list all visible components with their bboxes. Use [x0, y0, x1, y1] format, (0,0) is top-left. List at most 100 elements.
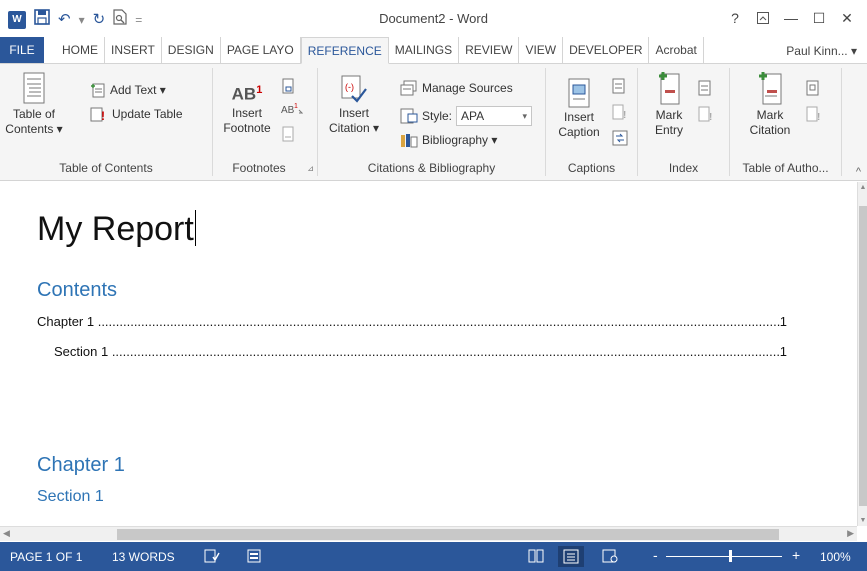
- macro-record-icon[interactable]: [246, 548, 262, 567]
- style-select[interactable]: APA ▾: [456, 106, 533, 126]
- heading-2[interactable]: Section 1: [37, 488, 104, 506]
- text-cursor: [194, 210, 196, 246]
- mark-citation-button[interactable]: Mark Citation: [738, 70, 802, 138]
- insert-footnote-button[interactable]: AB1 Insert Footnote: [217, 74, 277, 136]
- insert-toa-icon: [806, 80, 819, 96]
- minimize-button[interactable]: —: [777, 6, 805, 30]
- document-canvas[interactable]: My Report Contents Chapter 1 ...........…: [0, 182, 857, 526]
- next-footnote-icon: AB 1: [281, 103, 303, 116]
- bibliography-button[interactable]: Bibliography ▾: [400, 132, 497, 148]
- toc-entry-chapter[interactable]: Chapter 1 ..............................…: [37, 314, 787, 329]
- group-footnotes: AB1 Insert Footnote AB 1 Footnotes ⊿: [213, 68, 318, 176]
- zoom-slider[interactable]: [666, 556, 782, 557]
- horizontal-scrollbar[interactable]: ◀ ▶: [0, 526, 857, 541]
- title-bar: W ↶ ▾ ↻ = Document2 - Word ? — ☐ ✕: [0, 0, 867, 38]
- word-count[interactable]: 13 WORDS: [112, 550, 175, 564]
- scroll-up-icon[interactable]: ▲: [858, 184, 867, 191]
- scroll-down-icon[interactable]: ▼: [858, 517, 867, 524]
- add-text-button[interactable]: Add Text ▾: [90, 82, 166, 98]
- toc-entry-text: Section 1: [54, 344, 109, 359]
- footnotes-dialog-launcher-icon[interactable]: ⊿: [307, 164, 314, 173]
- add-text-icon: [91, 83, 105, 98]
- manage-sources-button[interactable]: Manage Sources: [400, 80, 513, 96]
- insert-caption-icon: [568, 78, 590, 108]
- mark-entry-button[interactable]: Mark Entry: [644, 70, 694, 138]
- update-index-button[interactable]: !: [698, 106, 714, 122]
- ribbon-display-options-button[interactable]: [749, 6, 777, 30]
- insert-endnote-button[interactable]: [281, 78, 295, 94]
- zoom-slider-thumb[interactable]: [729, 550, 732, 562]
- update-table-button[interactable]: ! Update Table: [90, 106, 183, 122]
- insert-index-button[interactable]: [698, 80, 712, 96]
- mark-entry-icon: [659, 72, 680, 105]
- insert-endnote-icon: [282, 78, 294, 94]
- tab-file[interactable]: FILE: [0, 37, 44, 63]
- show-notes-button[interactable]: [281, 126, 295, 142]
- web-layout-icon[interactable]: [602, 549, 618, 566]
- toc-button-label-1: Table of: [12, 107, 56, 121]
- status-bar: PAGE 1 OF 1 13 WORDS - + 100%: [0, 542, 867, 571]
- zoom-in-button[interactable]: +: [792, 547, 800, 563]
- tab-insert[interactable]: INSERT: [105, 37, 162, 63]
- tab-review[interactable]: REVIEW: [459, 37, 520, 63]
- insert-table-of-authorities-button[interactable]: [806, 80, 820, 96]
- close-button[interactable]: ✕: [833, 6, 861, 30]
- document-title-text[interactable]: My Report: [37, 210, 196, 249]
- insert-caption-button[interactable]: Insert Caption: [552, 78, 606, 140]
- user-account[interactable]: Paul Kinn... ▾: [780, 38, 863, 64]
- insert-citation-button[interactable]: (-) Insert Citation ▾: [326, 74, 382, 136]
- print-layout-icon[interactable]: [558, 546, 584, 567]
- cross-reference-icon: [612, 130, 628, 146]
- tab-acrobat[interactable]: Acrobat: [649, 37, 704, 63]
- update-table-of-figures-button[interactable]: !: [612, 104, 628, 120]
- group-label-toc: Table of Contents: [59, 161, 153, 175]
- page-count[interactable]: PAGE 1 OF 1: [10, 550, 82, 564]
- insert-index-icon: [698, 80, 711, 96]
- collapse-ribbon-icon[interactable]: ^: [856, 166, 861, 178]
- tab-page-layout[interactable]: PAGE LAYO: [221, 37, 301, 63]
- zoom-out-button[interactable]: -: [653, 547, 658, 563]
- table-of-contents-button[interactable]: Table of Contents ▾: [4, 72, 64, 137]
- manage-sources-icon: [400, 80, 417, 96]
- group-label-index: Index: [668, 161, 699, 175]
- restore-button[interactable]: ☐: [805, 6, 833, 30]
- zoom-level[interactable]: 100%: [820, 550, 851, 564]
- tab-developer[interactable]: DEVELOPER: [563, 37, 650, 63]
- window-controls: ? — ☐ ✕: [721, 6, 861, 30]
- scroll-right-icon[interactable]: ▶: [847, 528, 854, 539]
- help-button[interactable]: ?: [721, 6, 749, 30]
- svg-text:(-): (-): [345, 82, 354, 92]
- toc-entry-page: 1: [779, 344, 787, 359]
- heading-1[interactable]: Chapter 1: [37, 454, 125, 477]
- toc-entry-section[interactable]: Section 1 ..............................…: [54, 344, 787, 359]
- insert-table-of-figures-button[interactable]: [612, 78, 626, 94]
- footnote-superscript-glyph: 1: [256, 84, 263, 96]
- bibliography-icon: [401, 134, 418, 148]
- update-index-icon: !: [698, 106, 712, 122]
- manage-sources-label: Manage Sources: [422, 81, 513, 95]
- style-icon: [400, 108, 418, 124]
- group-label-citations: Citations & Bibliography: [367, 161, 496, 175]
- tab-home[interactable]: HOME: [56, 37, 105, 63]
- tab-view[interactable]: VIEW: [519, 37, 564, 63]
- toc-button-label-2: Contents ▾: [5, 122, 63, 136]
- scroll-left-icon[interactable]: ◀: [3, 528, 10, 539]
- vertical-scroll-thumb[interactable]: [859, 206, 867, 506]
- tab-references[interactable]: REFERENCE: [300, 37, 389, 64]
- ribbon-tabs: FILE HOME INSERT DESIGN PAGE LAYO REFERE…: [0, 37, 867, 64]
- group-table-of-contents: Table of Contents ▾ Add Text ▾ ! Update …: [0, 68, 213, 176]
- toc-entry-page: 1: [779, 314, 787, 329]
- proofing-icon[interactable]: [204, 548, 220, 567]
- horizontal-scroll-thumb[interactable]: [117, 529, 779, 540]
- tab-design[interactable]: DESIGN: [162, 37, 221, 63]
- read-mode-icon[interactable]: [528, 549, 544, 566]
- vertical-scrollbar[interactable]: ▲ ▼: [857, 182, 867, 526]
- update-table-of-authorities-button[interactable]: !: [806, 106, 822, 122]
- style-select-value: APA: [461, 109, 485, 123]
- toc-heading[interactable]: Contents: [37, 279, 117, 302]
- next-footnote-button[interactable]: AB 1: [281, 102, 303, 116]
- update-toa-icon: !: [806, 106, 820, 122]
- tab-mailings[interactable]: MAILINGS: [389, 37, 460, 63]
- cross-reference-button[interactable]: [612, 130, 628, 146]
- document-title-value: My Report: [37, 210, 194, 248]
